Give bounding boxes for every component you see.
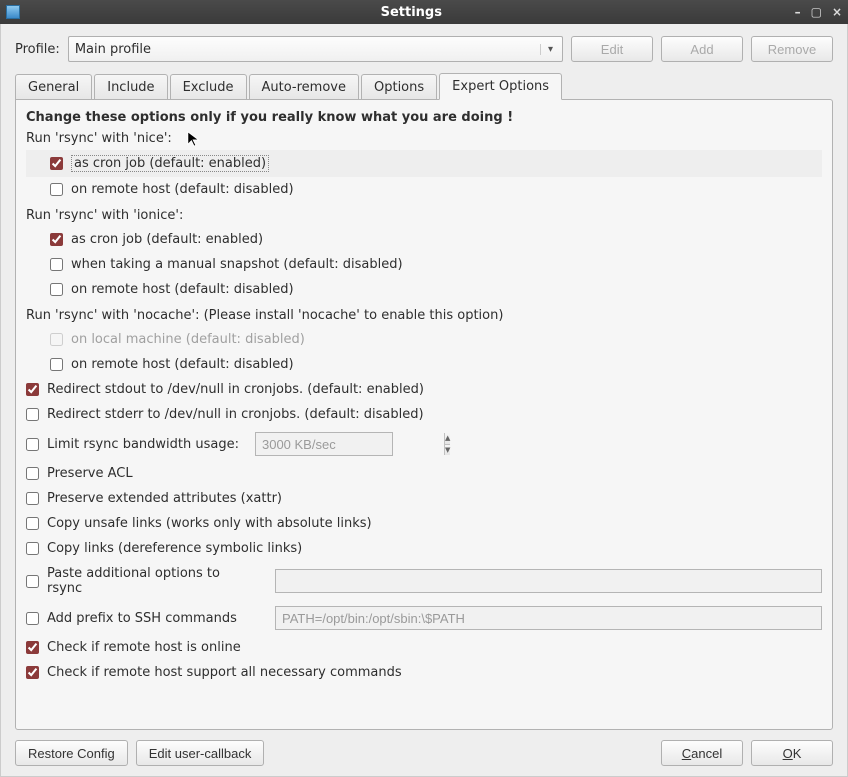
cancel-button[interactable]: Cancel — [661, 740, 743, 766]
chevron-down-icon: ▾ — [540, 44, 556, 55]
nice-remote-row: on remote host (default: disabled) — [26, 177, 822, 202]
stderr-row: Redirect stderr to /dev/null in cronjobs… — [26, 402, 822, 427]
dialog-footer: Restore Config Edit user-callback Cancel… — [15, 730, 833, 766]
nocache-remote-label[interactable]: on remote host (default: disabled) — [71, 357, 294, 372]
ionice-remote-checkbox[interactable] — [50, 283, 63, 296]
tab-expert-options[interactable]: Expert Options — [439, 73, 562, 100]
nocache-section-label: Run 'rsync' with 'nocache': (Please inst… — [26, 308, 822, 323]
tab-auto-remove[interactable]: Auto-remove — [249, 74, 359, 100]
ionice-remote-label[interactable]: on remote host (default: disabled) — [71, 282, 294, 297]
check-online-checkbox[interactable] — [26, 641, 39, 654]
nocache-local-checkbox — [50, 333, 63, 346]
ssh-prefix-checkbox[interactable] — [26, 612, 39, 625]
nice-remote-checkbox[interactable] — [50, 183, 63, 196]
copy-links-row: Copy links (dereference symbolic links) — [26, 536, 822, 561]
nice-cron-row: as cron job (default: enabled) — [26, 150, 822, 177]
bwlimit-input[interactable] — [256, 433, 444, 455]
cancel-rest: ancel — [691, 746, 722, 761]
ionice-manual-row: when taking a manual snapshot (default: … — [26, 252, 822, 277]
edit-user-callback-button[interactable]: Edit user-callback — [136, 740, 265, 766]
copy-links-checkbox[interactable] — [26, 542, 39, 555]
preserve-acl-checkbox[interactable] — [26, 467, 39, 480]
bwlimit-row: Limit rsync bandwidth usage: ▲ ▼ — [26, 427, 822, 461]
restore-config-button[interactable]: Restore Config — [15, 740, 128, 766]
copy-unsafe-label[interactable]: Copy unsafe links (works only with absol… — [47, 516, 372, 531]
profile-selected: Main profile — [75, 42, 151, 57]
spin-down-icon[interactable]: ▼ — [445, 445, 450, 456]
check-online-label[interactable]: Check if remote host is online — [47, 640, 241, 655]
remove-profile-button[interactable]: Remove — [751, 36, 833, 62]
app-icon — [6, 5, 20, 19]
titlebar[interactable]: Settings – ▢ × — [0, 0, 848, 24]
minimize-icon[interactable]: – — [795, 5, 801, 19]
preserve-acl-label[interactable]: Preserve ACL — [47, 466, 133, 481]
paste-opts-input[interactable] — [275, 569, 822, 593]
window-content: Profile: Main profile ▾ Edit Add Remove … — [0, 24, 848, 777]
ionice-cron-row: as cron job (default: enabled) — [26, 227, 822, 252]
expert-warning: Change these options only if you really … — [26, 110, 822, 125]
copy-unsafe-row: Copy unsafe links (works only with absol… — [26, 511, 822, 536]
bwlimit-spinner[interactable]: ▲ ▼ — [444, 433, 450, 455]
check-online-row: Check if remote host is online — [26, 635, 822, 660]
ionice-manual-label[interactable]: when taking a manual snapshot (default: … — [71, 257, 403, 272]
preserve-xattr-label[interactable]: Preserve extended attributes (xattr) — [47, 491, 282, 506]
settings-window: Settings – ▢ × Profile: Main profile ▾ E… — [0, 0, 848, 777]
maximize-icon[interactable]: ▢ — [811, 5, 822, 19]
preserve-acl-row: Preserve ACL — [26, 461, 822, 486]
ionice-cron-label[interactable]: as cron job (default: enabled) — [71, 232, 263, 247]
tab-options[interactable]: Options — [361, 74, 437, 100]
preserve-xattr-row: Preserve extended attributes (xattr) — [26, 486, 822, 511]
spin-up-icon[interactable]: ▲ — [445, 433, 450, 445]
ssh-prefix-row: Add prefix to SSH commands — [26, 601, 822, 635]
copy-unsafe-checkbox[interactable] — [26, 517, 39, 530]
paste-opts-row: Paste additional options to rsync — [26, 561, 822, 601]
profile-label: Profile: — [15, 42, 60, 57]
nocache-local-label: on local machine (default: disabled) — [71, 332, 305, 347]
paste-opts-checkbox[interactable] — [26, 575, 39, 588]
ionice-remote-row: on remote host (default: disabled) — [26, 277, 822, 302]
nice-cron-label[interactable]: as cron job (default: enabled) — [71, 155, 269, 172]
check-cmds-checkbox[interactable] — [26, 666, 39, 679]
expert-options-panel: Change these options only if you really … — [15, 99, 833, 730]
nocache-local-row: on local machine (default: disabled) — [26, 327, 822, 352]
add-profile-button[interactable]: Add — [661, 36, 743, 62]
nice-cron-checkbox[interactable] — [50, 157, 63, 170]
bwlimit-field[interactable]: ▲ ▼ — [255, 432, 393, 456]
ionice-section-label: Run 'rsync' with 'ionice': — [26, 208, 822, 223]
copy-links-label[interactable]: Copy links (dereference symbolic links) — [47, 541, 302, 556]
window-title: Settings — [28, 5, 795, 20]
bwlimit-checkbox[interactable] — [26, 438, 39, 451]
stderr-label[interactable]: Redirect stderr to /dev/null in cronjobs… — [47, 407, 424, 422]
nocache-remote-checkbox[interactable] — [50, 358, 63, 371]
tab-exclude[interactable]: Exclude — [170, 74, 247, 100]
profile-select[interactable]: Main profile ▾ — [68, 36, 563, 62]
check-cmds-row: Check if remote host support all necessa… — [26, 660, 822, 685]
bwlimit-label[interactable]: Limit rsync bandwidth usage: — [47, 437, 239, 452]
ionice-manual-checkbox[interactable] — [50, 258, 63, 271]
check-cmds-label[interactable]: Check if remote host support all necessa… — [47, 665, 402, 680]
stdout-label[interactable]: Redirect stdout to /dev/null in cronjobs… — [47, 382, 424, 397]
tab-bar: General Include Exclude Auto-remove Opti… — [15, 72, 833, 99]
preserve-xattr-checkbox[interactable] — [26, 492, 39, 505]
nice-remote-label[interactable]: on remote host (default: disabled) — [71, 182, 294, 197]
nocache-remote-row: on remote host (default: disabled) — [26, 352, 822, 377]
stdout-checkbox[interactable] — [26, 383, 39, 396]
ssh-prefix-input[interactable] — [275, 606, 822, 630]
ssh-prefix-label[interactable]: Add prefix to SSH commands — [47, 611, 247, 626]
nice-section-label: Run 'rsync' with 'nice': — [26, 131, 822, 146]
tab-include[interactable]: Include — [94, 74, 167, 100]
profile-row: Profile: Main profile ▾ Edit Add Remove — [15, 36, 833, 62]
edit-profile-button[interactable]: Edit — [571, 36, 653, 62]
ok-rest: K — [793, 746, 802, 761]
close-icon[interactable]: × — [832, 5, 842, 19]
ok-button[interactable]: OK — [751, 740, 833, 766]
ionice-cron-checkbox[interactable] — [50, 233, 63, 246]
stdout-row: Redirect stdout to /dev/null in cronjobs… — [26, 377, 822, 402]
stderr-checkbox[interactable] — [26, 408, 39, 421]
paste-opts-label[interactable]: Paste additional options to rsync — [47, 566, 247, 596]
tab-general[interactable]: General — [15, 74, 92, 100]
